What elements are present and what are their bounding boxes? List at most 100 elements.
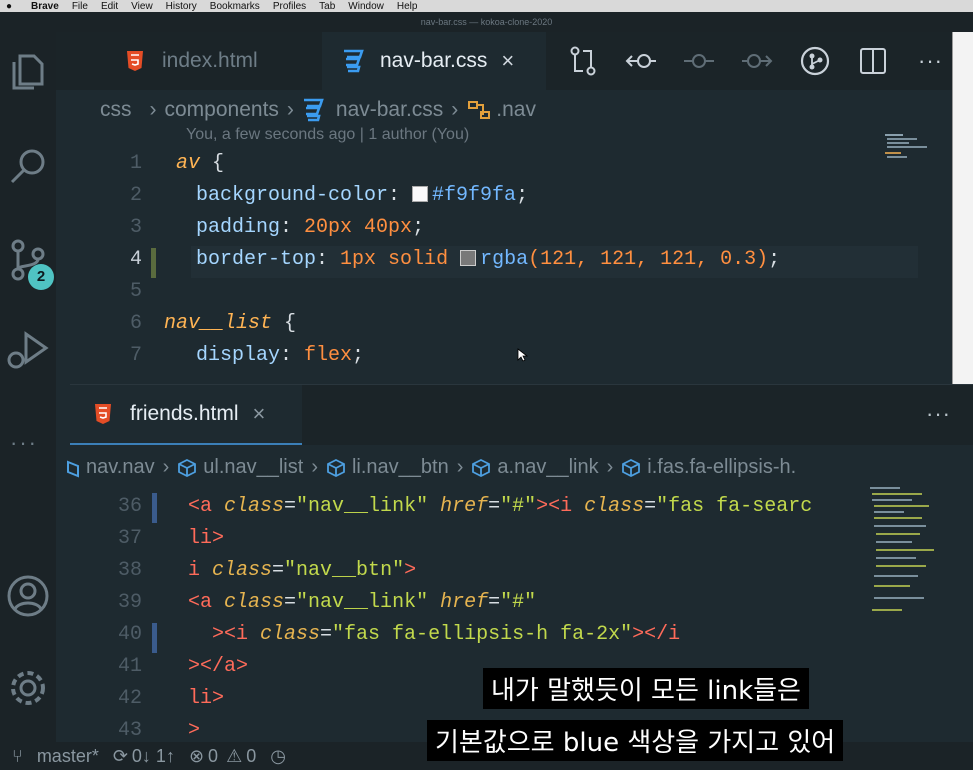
- code-line-38[interactable]: i class="nav__btn">: [188, 559, 416, 582]
- activity-bar: 2 ···: [0, 32, 56, 742]
- line-number: 7: [129, 344, 142, 367]
- code-line-1[interactable]: nav {: [176, 152, 476, 175]
- minimap[interactable]: [860, 485, 940, 635]
- chevron-right-icon: ›: [286, 98, 294, 121]
- breadcrumb-components[interactable]: components: [165, 98, 279, 122]
- color-swatch[interactable]: [412, 186, 429, 202]
- css3-icon: [303, 98, 324, 122]
- line-number: 39: [117, 591, 142, 614]
- code-line-43[interactable]: >: [188, 719, 200, 741]
- menu-view[interactable]: View: [131, 1, 153, 12]
- symbol-element-icon: [327, 458, 345, 477]
- menu-help[interactable]: Help: [397, 1, 418, 12]
- breadcrumb-a[interactable]: a.nav__link: [497, 456, 598, 479]
- color-swatch[interactable]: [460, 250, 477, 266]
- menu-bookmarks[interactable]: Bookmarks: [210, 1, 260, 12]
- window-title: nav-bar.css — kokoa-clone-2020: [0, 12, 973, 32]
- breadcrumb-file[interactable]: nav-bar.css: [336, 98, 443, 122]
- next-revision-icon[interactable]: [740, 44, 774, 78]
- menu-file[interactable]: File: [72, 1, 88, 12]
- breadcrumb-symbol[interactable]: .nav: [496, 98, 536, 122]
- code-line-41[interactable]: ></a>: [188, 655, 248, 678]
- line-number: 6: [129, 312, 142, 335]
- menu-app-name[interactable]: Brave: [31, 1, 59, 12]
- code-line-3[interactable]: padding: 20px 40px;: [196, 216, 424, 239]
- tab-label: friends.html: [130, 402, 239, 425]
- git-blame-annotation[interactable]: You, a few seconds ago | 1 author (You): [186, 126, 469, 146]
- more-actions-icon[interactable]: ···: [926, 401, 951, 427]
- code-line-36[interactable]: <a class="nav__link" href="#"><i class="…: [188, 495, 868, 518]
- tab-label: nav-bar.css: [380, 48, 488, 72]
- tab-index-html[interactable]: index.html: [126, 32, 336, 90]
- code-line-39[interactable]: <a class="nav__link" href="#": [188, 591, 536, 614]
- code-line-42[interactable]: li>: [188, 687, 224, 710]
- sync-status[interactable]: 0↓ 1↑: [132, 746, 175, 767]
- code-line-40[interactable]: ><i class="fas fa-ellipsis-h fa-2x"></i: [188, 623, 680, 646]
- menu-tab[interactable]: Tab: [319, 1, 335, 12]
- code-line-37[interactable]: li>: [188, 527, 224, 550]
- line-number: 41: [117, 655, 142, 678]
- line-number: 42: [117, 687, 142, 710]
- split-editor-icon[interactable]: [856, 44, 890, 78]
- apple-icon[interactable]: ●: [0, 1, 18, 12]
- code-line-7[interactable]: display: flex;: [196, 344, 364, 367]
- modified-line-marker: [152, 493, 157, 523]
- more-icon[interactable]: ···: [10, 430, 38, 456]
- line-number: 36: [117, 495, 142, 518]
- adjacent-window-edge: [952, 32, 973, 384]
- chevron-right-icon: ›: [162, 456, 170, 478]
- menu-history[interactable]: History: [166, 1, 197, 12]
- chevron-right-icon: ›: [311, 456, 318, 478]
- code-line-2[interactable]: background-color: #f9f9fa;: [196, 184, 528, 207]
- menu-window[interactable]: Window: [348, 1, 384, 12]
- code-line-4[interactable]: border-top: 1px solid rgba(121, 121, 121…: [196, 248, 780, 271]
- error-count[interactable]: 0: [208, 746, 218, 767]
- close-icon[interactable]: ×: [501, 48, 514, 74]
- sync-icon[interactable]: ⟳: [113, 746, 128, 767]
- breadcrumb-nav[interactable]: nav.nav: [86, 456, 155, 479]
- account-icon[interactable]: [4, 572, 52, 620]
- explorer-icon[interactable]: [4, 46, 52, 94]
- history-icon[interactable]: ◷: [270, 746, 286, 767]
- tab-nav-bar-css[interactable]: nav-bar.css ×: [322, 32, 546, 90]
- symbol-element-icon: [178, 458, 197, 477]
- minimap[interactable]: [883, 132, 953, 182]
- search-icon[interactable]: [4, 142, 52, 190]
- chevron-right-icon: ›: [149, 98, 157, 121]
- chevron-right-icon: ›: [451, 98, 459, 121]
- error-icon[interactable]: ⊗: [189, 746, 204, 767]
- line-number: 1: [129, 152, 142, 175]
- breadcrumb-css[interactable]: css: [100, 98, 132, 122]
- menu-edit[interactable]: Edit: [101, 1, 118, 12]
- warning-count[interactable]: 0: [246, 746, 256, 767]
- breadcrumb-i[interactable]: i.fas.fa-ellipsis-h.: [647, 456, 796, 479]
- code-line-6[interactable]: nav__list {: [164, 312, 296, 335]
- run-debug-icon[interactable]: [4, 326, 52, 374]
- close-icon[interactable]: ×: [253, 401, 266, 427]
- html5-icon: [127, 51, 143, 71]
- breadcrumb: nav.nav › ul.nav__list › li.nav__btn › a…: [67, 456, 796, 479]
- symbol-element-icon: [67, 460, 79, 477]
- line-number: 38: [117, 559, 142, 582]
- commit-icon[interactable]: [682, 44, 716, 78]
- css3-icon: [344, 49, 364, 72]
- breadcrumb-ul[interactable]: ul.nav__list: [203, 456, 303, 479]
- git-lens-icon[interactable]: [798, 44, 832, 78]
- chevron-right-icon: ›: [606, 456, 614, 478]
- subtitle-line-1: 내가 말했듯이 모든 link들은: [483, 668, 809, 709]
- symbol-element-icon: [622, 458, 641, 477]
- compare-changes-icon[interactable]: [566, 44, 600, 78]
- html5-icon: [95, 404, 111, 424]
- previous-revision-icon[interactable]: [624, 44, 658, 78]
- menu-profiles[interactable]: Profiles: [273, 1, 306, 12]
- settings-gear-icon[interactable]: [4, 664, 52, 712]
- line-number: 40: [117, 623, 142, 646]
- tab-friends-html[interactable]: friends.html ×: [70, 385, 302, 445]
- git-branch[interactable]: master*: [37, 746, 99, 767]
- more-actions-icon[interactable]: ···: [918, 48, 943, 74]
- macos-menu-bar: ● Brave File Edit View History Bookmarks…: [0, 0, 973, 12]
- subtitle-line-2: 기본값으로 blue 색상을 가지고 있어: [427, 720, 844, 761]
- breadcrumb-li[interactable]: li.nav__btn: [352, 456, 449, 479]
- warning-icon[interactable]: ⚠: [226, 746, 242, 767]
- line-number: 37: [117, 527, 142, 550]
